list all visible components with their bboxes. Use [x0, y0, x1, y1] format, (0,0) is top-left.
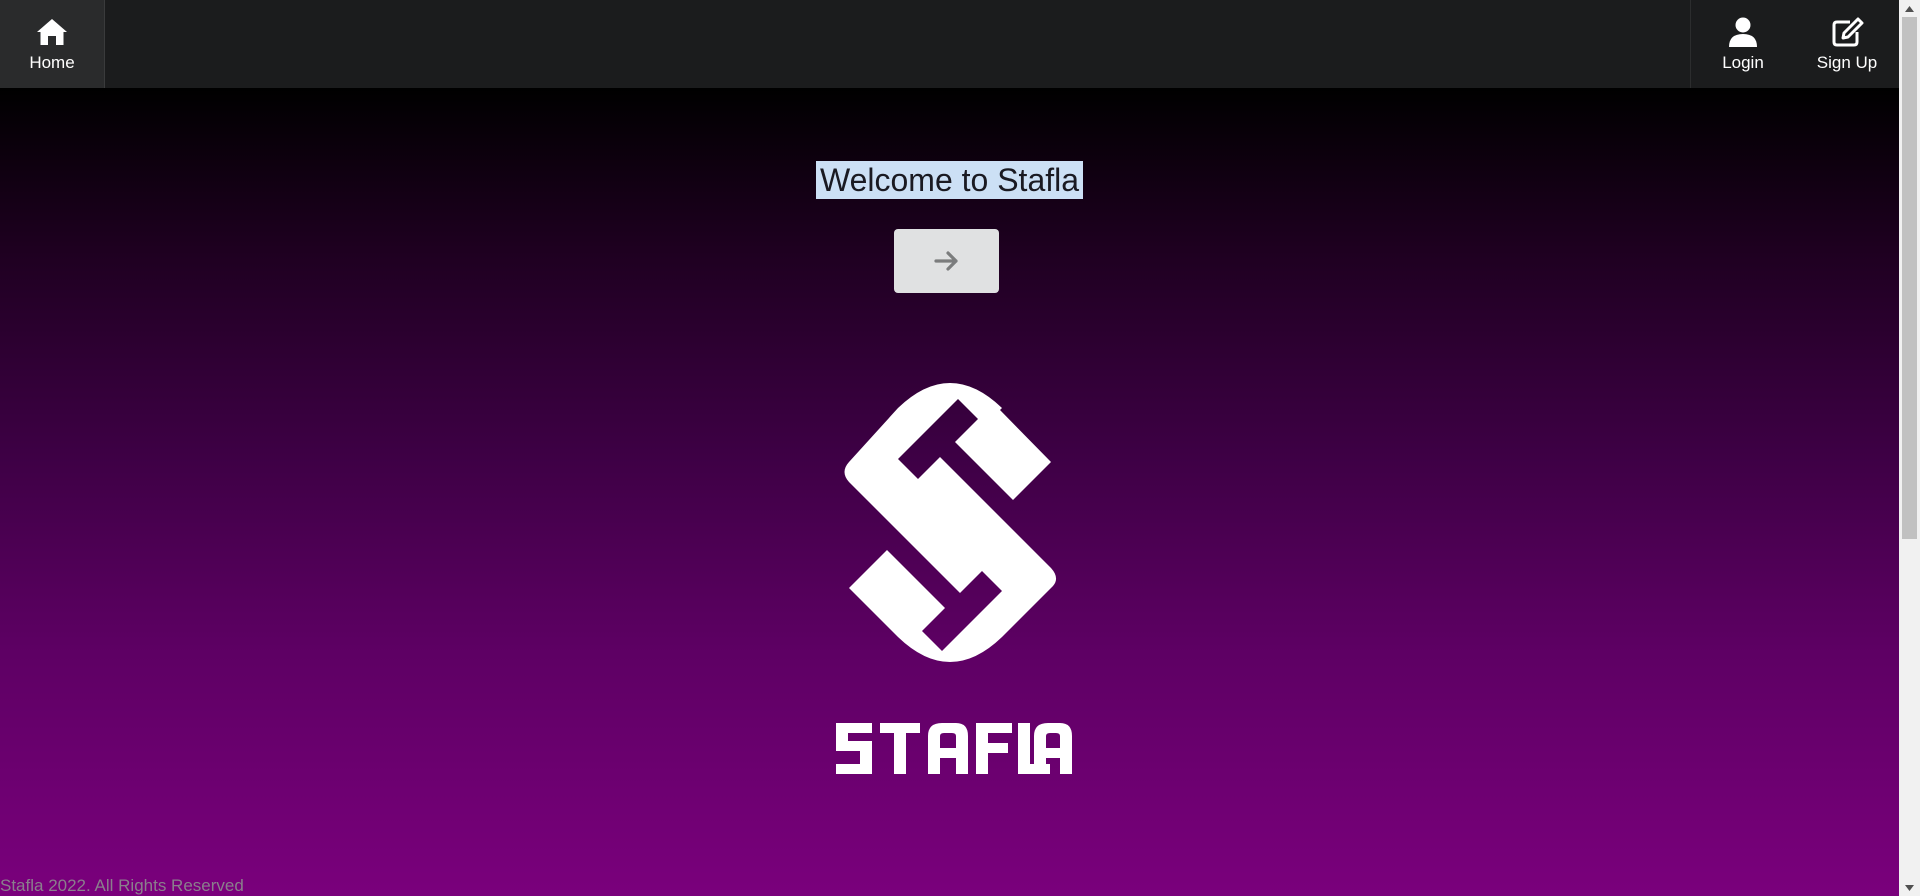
welcome-text: Welcome to Stafla: [815, 161, 1084, 199]
edit-icon: [1832, 17, 1864, 46]
hero-section: Welcome to Stafla Stafla 2022. All Right…: [0, 88, 1899, 896]
nav-login-label: Login: [1722, 52, 1764, 72]
scroll-down-arrow[interactable]: [1899, 879, 1920, 896]
enter-button[interactable]: [894, 229, 999, 293]
nav-home[interactable]: Home: [0, 0, 105, 88]
nav-home-label: Home: [29, 52, 75, 72]
nav-login[interactable]: Login: [1691, 0, 1795, 88]
user-icon: [1729, 17, 1757, 47]
arrow-right-icon: [933, 251, 958, 271]
logo-wordmark: [836, 723, 1072, 774]
nav-signup-label: Sign Up: [1816, 52, 1878, 72]
top-navbar: Home Login Sign Up: [0, 0, 1899, 88]
scroll-up-arrow[interactable]: [1899, 0, 1920, 17]
stafla-logo: [836, 383, 1072, 774]
scroll-thumb[interactable]: [1902, 17, 1917, 539]
welcome-heading: Welcome to Stafla: [0, 161, 1899, 199]
footer-copyright: Stafla 2022. All Rights Reserved: [0, 876, 244, 895]
vertical-scrollbar[interactable]: [1899, 0, 1920, 896]
nav-signup[interactable]: Sign Up: [1795, 0, 1899, 88]
home-icon: [37, 18, 67, 45]
